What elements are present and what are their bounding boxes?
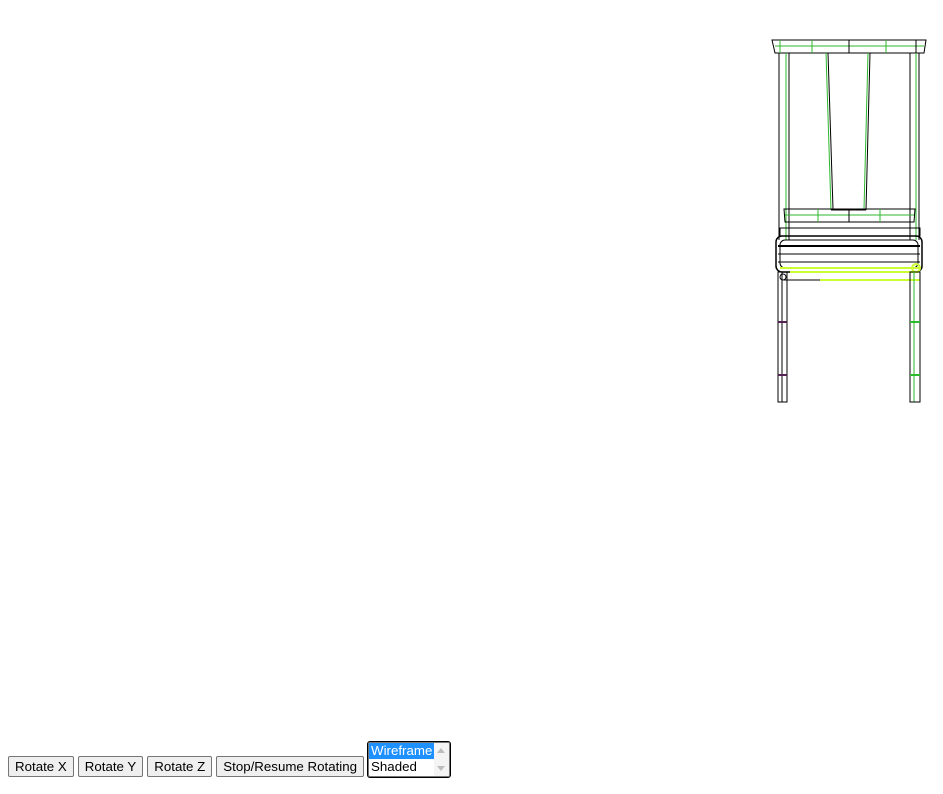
render-mode-listbox[interactable]: Wireframe Shaded xyxy=(367,741,452,778)
chair-legs xyxy=(777,271,921,403)
scroll-down-arrow-icon[interactable] xyxy=(437,766,446,771)
rotate-y-button[interactable]: Rotate Y xyxy=(77,756,144,777)
scroll-up-arrow-icon[interactable] xyxy=(437,748,446,753)
controls-bar: Rotate X Rotate Y Rotate Z Stop/Resume R… xyxy=(8,741,452,778)
render-mode-option-shaded[interactable]: Shaded xyxy=(369,759,435,775)
chair-wireframe-model xyxy=(771,39,927,403)
rotate-x-button[interactable]: Rotate X xyxy=(8,756,74,777)
listbox-scrollbar[interactable] xyxy=(434,743,450,776)
chair-back-splat xyxy=(825,52,871,211)
chair-top-rail xyxy=(771,39,927,54)
stop-resume-rotating-button[interactable]: Stop/Resume Rotating xyxy=(216,756,365,777)
chair-seat xyxy=(775,227,923,281)
render-mode-option-wireframe[interactable]: Wireframe xyxy=(369,743,436,759)
chair-back-lower-rail xyxy=(783,208,916,223)
3d-viewport[interactable] xyxy=(0,0,943,736)
rotate-z-button[interactable]: Rotate Z xyxy=(147,756,213,777)
